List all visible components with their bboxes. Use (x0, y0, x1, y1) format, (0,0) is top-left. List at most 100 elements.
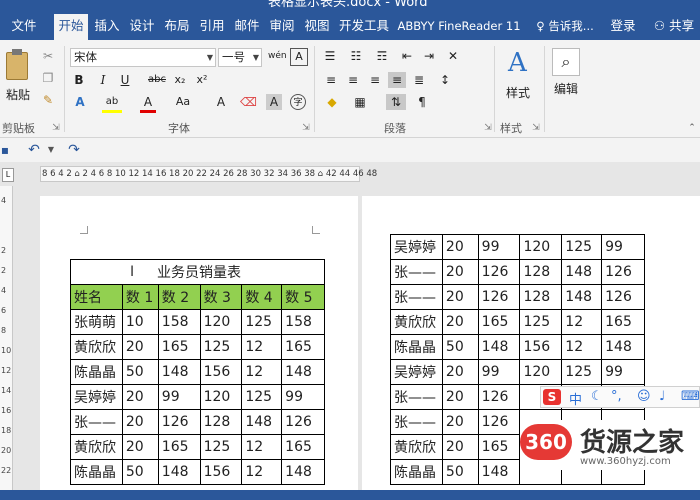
increase-indent-icon[interactable]: ⇥ (420, 48, 438, 64)
dialog-launcher-icon[interactable]: ⇲ (530, 120, 542, 136)
strikethrough-button[interactable]: abc (146, 72, 168, 88)
char-shading-button[interactable]: A (266, 94, 282, 110)
table-cell[interactable]: 120 (519, 234, 563, 260)
table-cell[interactable]: 20 (441, 434, 479, 460)
vertical-ruler[interactable]: 4 2 2 4 6 8 10 12 14 16 18 20 22 (0, 186, 13, 490)
table-cell[interactable]: 165 (281, 434, 325, 460)
undo-icon[interactable]: ↶ (26, 142, 42, 158)
table-cell[interactable]: 125 (241, 309, 283, 335)
numbering-icon[interactable]: ☷ (346, 48, 366, 64)
table-cell[interactable]: 12 (241, 359, 283, 385)
table-cell[interactable]: 99 (477, 234, 521, 260)
table-row[interactable]: 张—— 20 126 128 148 126 (390, 259, 645, 285)
italic-button[interactable]: I (96, 72, 110, 88)
copy-icon[interactable]: ❐ (40, 70, 56, 86)
undo-dropdown-icon[interactable]: ▼ (46, 142, 56, 158)
table-cell[interactable]: 吴婷婷 (70, 384, 123, 410)
table-cell[interactable]: 99 (601, 234, 645, 260)
paste-button[interactable]: 粘贴 (4, 48, 34, 104)
editing-button[interactable]: ⌕ 编辑 (552, 48, 584, 108)
table-cell[interactable]: 20 (441, 409, 479, 435)
table-cell[interactable]: 126 (601, 259, 645, 285)
table-row[interactable]: 吴婷婷 20 99 120 125 99 (390, 234, 645, 260)
header-cell[interactable]: 姓名 (70, 284, 123, 310)
tab-review[interactable]: 审阅 (265, 14, 299, 40)
table-cell[interactable]: 165 (157, 334, 201, 360)
table-cell[interactable]: 张萌萌 (70, 309, 123, 335)
table-cell[interactable]: 148 (281, 459, 325, 485)
dialog-launcher-icon[interactable]: ⇲ (300, 120, 312, 136)
table-cell[interactable]: 陈晶晶 (390, 459, 443, 485)
table-cell[interactable]: 12 (241, 434, 283, 460)
table-row[interactable]: 黄欣欣 20 165 125 12 165 (70, 434, 325, 460)
table-cell[interactable]: 128 (199, 409, 243, 435)
tab-references[interactable]: 引用 (195, 14, 229, 40)
table-cell[interactable]: 158 (157, 309, 201, 335)
tell-me-box[interactable]: ♀ 告诉我... (530, 14, 600, 40)
change-case-button[interactable]: Aa (172, 94, 194, 110)
header-cell[interactable]: 数 1 (121, 284, 159, 310)
tab-layout[interactable]: 布局 (160, 14, 194, 40)
header-cell[interactable]: 数 2 (157, 284, 201, 310)
bold-button[interactable]: B (72, 72, 86, 88)
redo-icon[interactable]: ↷ (66, 142, 82, 158)
tab-mailings[interactable]: 邮件 (230, 14, 264, 40)
decrease-indent-icon[interactable]: ⇤ (398, 48, 416, 64)
table-row[interactable]: 陈晶晶 50 148 156 12 148 (390, 334, 645, 360)
table-cell[interactable]: 126 (157, 409, 201, 435)
table-cell[interactable]: 126 (601, 284, 645, 310)
tab-design[interactable]: 设计 (125, 14, 159, 40)
table-row[interactable]: 张—— 20 126 128 148 126 (390, 284, 645, 310)
table-cell[interactable]: 陈晶晶 (70, 459, 123, 485)
table-row[interactable]: 张—— 20 126 128 148 126 (70, 409, 325, 435)
table-cell[interactable]: 20 (441, 234, 479, 260)
table-cell[interactable]: 148 (157, 459, 201, 485)
table-cell[interactable]: 148 (241, 409, 283, 435)
tab-abbyy[interactable]: ABBYY FineReader 11 (395, 14, 523, 40)
table-cell[interactable]: 128 (519, 284, 563, 310)
table-cell[interactable]: 148 (601, 334, 645, 360)
collapse-ribbon-icon[interactable]: ⌃ (686, 120, 698, 136)
table-cell[interactable]: 50 (441, 334, 479, 360)
table-cell[interactable]: 20 (441, 284, 479, 310)
tab-view[interactable]: 视图 (300, 14, 334, 40)
show-marks-icon[interactable]: ¶ (412, 94, 432, 110)
tab-insert[interactable]: 插入 (90, 14, 124, 40)
ime-mode-button[interactable]: 中 (569, 389, 582, 408)
table-cell[interactable]: 12 (241, 334, 283, 360)
table-cell[interactable]: 148 (561, 284, 603, 310)
font-name-combo[interactable]: 宋体 ▼ (70, 48, 216, 67)
microphone-icon[interactable]: ♩ (659, 389, 665, 404)
table-cell[interactable]: 20 (121, 409, 159, 435)
align-left-icon[interactable]: ≡ (322, 72, 340, 88)
table-cell[interactable]: 20 (121, 334, 159, 360)
table-cell[interactable]: 158 (281, 309, 325, 335)
table-row[interactable]: 张萌萌 10 158 120 125 158 (70, 309, 325, 335)
table-cell[interactable]: 张—— (390, 284, 443, 310)
table-cell[interactable]: 10 (121, 309, 159, 335)
table-cell[interactable]: 99 (601, 359, 645, 385)
table-cell[interactable]: 125 (519, 309, 563, 335)
table-cell[interactable]: 张—— (390, 384, 443, 410)
enclose-char-button[interactable]: 字 (290, 94, 306, 110)
table-cell[interactable]: 张—— (390, 409, 443, 435)
table-cell[interactable]: 50 (121, 359, 159, 385)
emoji-icon[interactable]: ☺ (637, 389, 651, 404)
header-cell[interactable]: 数 5 (281, 284, 325, 310)
table-cell[interactable]: 125 (561, 234, 603, 260)
bullets-icon[interactable]: ☰ (320, 48, 340, 64)
table-cell[interactable]: 148 (561, 259, 603, 285)
table-cell[interactable]: 126 (477, 384, 521, 410)
table-cell[interactable]: 125 (241, 384, 283, 410)
highlight-button[interactable]: ab (102, 94, 122, 113)
table-cell[interactable]: 148 (281, 359, 325, 385)
table-cell[interactable]: 12 (241, 459, 283, 485)
table-cell[interactable]: 张—— (70, 409, 123, 435)
punctuation-icon[interactable]: °, (611, 389, 622, 404)
table-cell[interactable]: 120 (199, 309, 243, 335)
font-size-combo[interactable]: 一号 ▼ (218, 48, 262, 67)
table-cell[interactable]: 148 (477, 459, 521, 485)
tab-file[interactable]: 文件 (2, 14, 46, 40)
clear-format-icon[interactable]: ⌫ (240, 94, 257, 110)
table-cell[interactable]: 165 (157, 434, 201, 460)
